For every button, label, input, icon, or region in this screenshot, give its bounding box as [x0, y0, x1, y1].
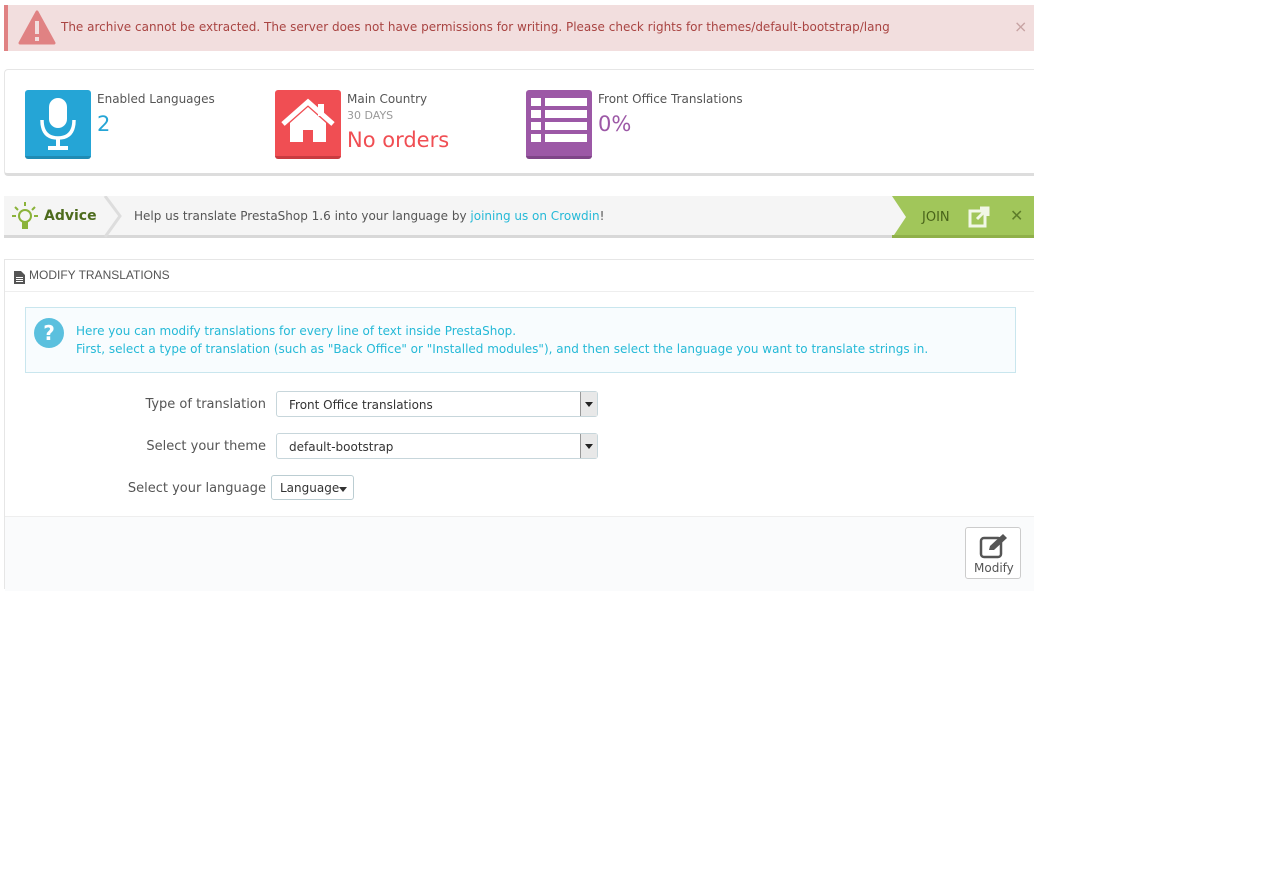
theme-select[interactable]: default-bootstrap: [276, 433, 598, 459]
type-of-translation-label: Type of translation: [145, 397, 266, 412]
panel-divider: [5, 291, 1034, 292]
kpi-translations-value: 0%: [598, 112, 632, 136]
edit-icon: [979, 533, 1009, 563]
external-link-icon[interactable]: [968, 206, 990, 232]
crowdin-link[interactable]: joining us on Crowdin: [470, 209, 599, 223]
kpi-country-label: Main Country: [347, 92, 428, 106]
list-icon: [526, 90, 592, 159]
kpi-country-value: No orders: [347, 128, 450, 152]
warning-triangle-icon: [18, 10, 56, 46]
info-line-1: Here you can modify translations for eve…: [76, 324, 517, 338]
kpi-languages-label: Enabled Languages: [97, 92, 215, 106]
join-button[interactable]: JOIN: [922, 210, 950, 225]
info-line-2: First, select a type of translation (suc…: [76, 342, 929, 356]
error-alert: The archive cannot be extracted. The ser…: [4, 5, 1034, 51]
chevron-divider: [102, 195, 124, 242]
lightbulb-icon: [12, 201, 38, 237]
advice-text: Help us translate PrestaShop 1.6 into yo…: [134, 209, 605, 223]
microphone-icon: [25, 90, 91, 159]
document-icon: [14, 269, 25, 288]
question-icon: ?: [34, 318, 64, 348]
alert-close-button[interactable]: ×: [1014, 19, 1027, 35]
modify-button[interactable]: Modify: [965, 527, 1021, 579]
join-area: JOIN ✕: [892, 196, 1034, 238]
select-theme-label: Select your theme: [146, 439, 266, 454]
panel-footer: Modify: [5, 516, 1034, 591]
alert-message: The archive cannot be extracted. The ser…: [61, 20, 890, 34]
advice-bar: Advice Help us translate PrestaShop 1.6 …: [4, 195, 1034, 238]
select-language-label: Select your language: [127, 481, 266, 496]
info-box: ? Here you can modify translations for e…: [25, 307, 1016, 373]
kpi-translations-label: Front Office Translations: [598, 92, 743, 106]
chevron-down-icon: [580, 392, 597, 416]
home-icon: [275, 90, 341, 159]
language-dropdown-button[interactable]: Language: [271, 475, 354, 500]
modify-translations-panel: MODIFY TRANSLATIONS ? Here you can modif…: [4, 259, 1034, 591]
panel-heading: MODIFY TRANSLATIONS: [29, 268, 170, 282]
kpi-panel: Enabled Languages 2 Main Country 30 DAYS…: [4, 69, 1034, 176]
advice-close-button[interactable]: ✕: [1010, 206, 1023, 225]
chevron-down-icon: [580, 434, 597, 458]
caret-down-icon: [339, 487, 347, 492]
advice-title: Advice: [44, 208, 97, 224]
type-of-translation-select[interactable]: Front Office translations: [276, 391, 598, 417]
kpi-country-period: 30 DAYS: [347, 109, 394, 122]
kpi-languages-value: 2: [97, 112, 111, 136]
